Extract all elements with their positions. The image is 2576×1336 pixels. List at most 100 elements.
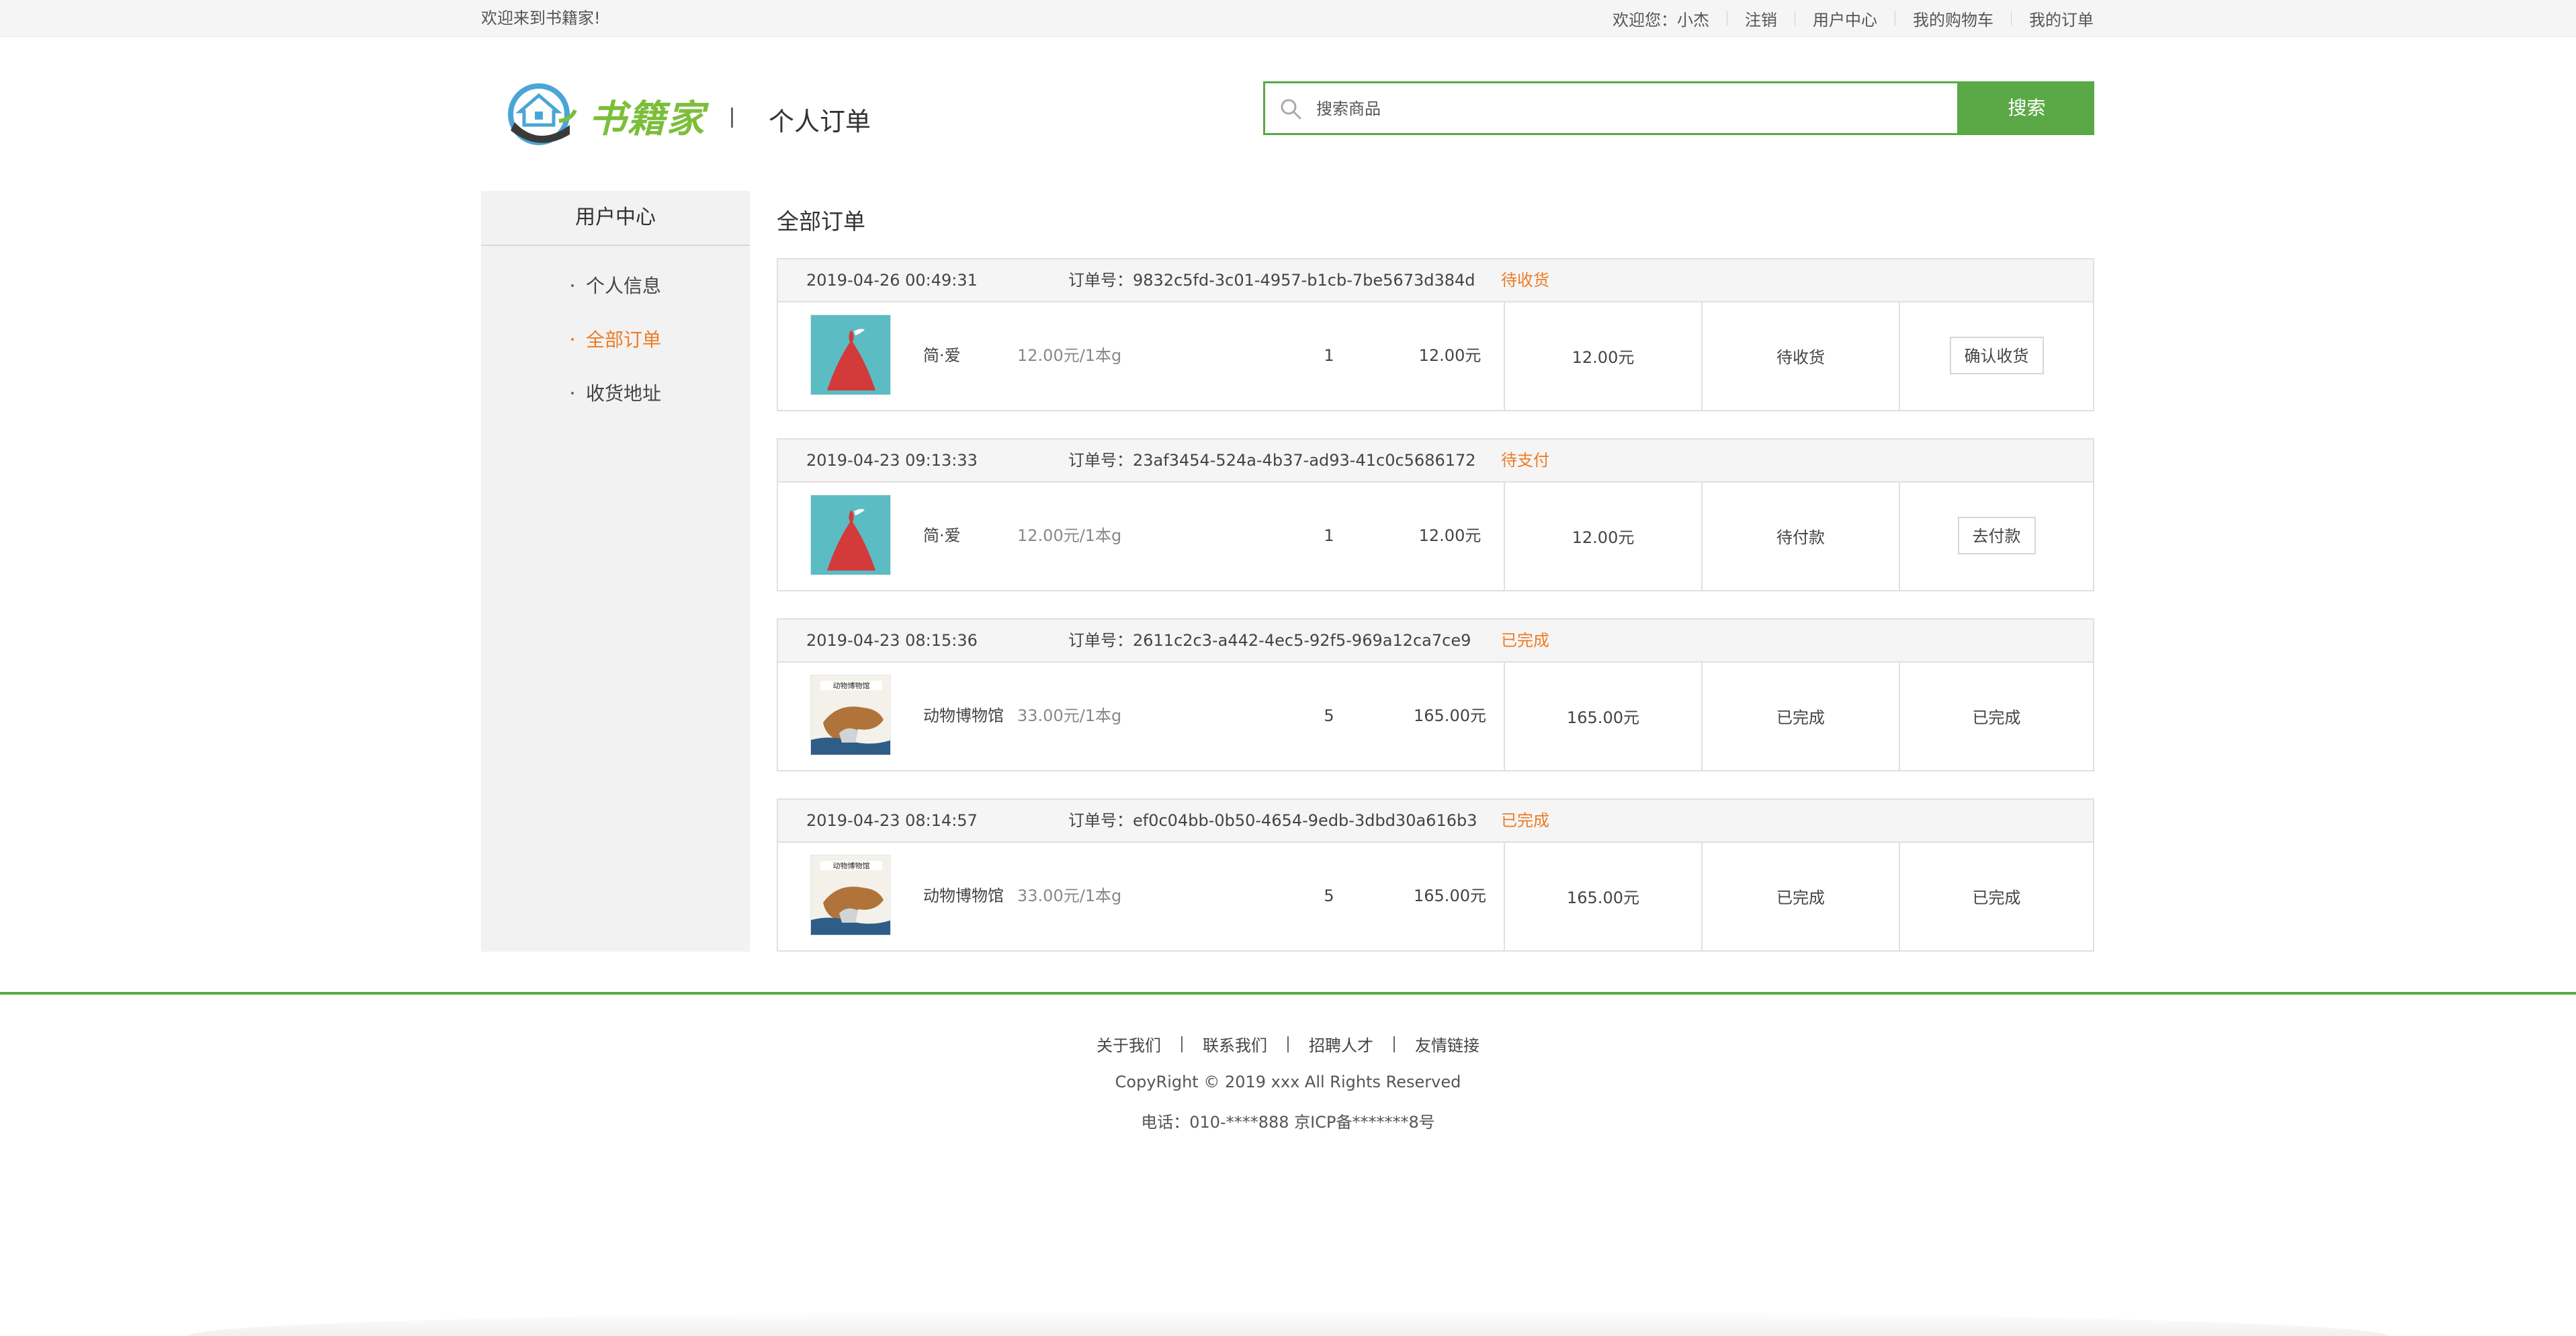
footer-link-about[interactable]: 关于我们 xyxy=(1076,1032,1181,1056)
svg-text:动物博物馆: 动物博物馆 xyxy=(833,681,870,690)
item-quantity: 5 xyxy=(1324,706,1334,725)
order-number-label: 订单号： xyxy=(1068,271,1133,290)
order-number-label: 订单号： xyxy=(1068,631,1133,650)
confirm-receipt-button[interactable]: 确认收货 xyxy=(1949,337,2044,374)
svg-text:动物博物馆: 动物博物馆 xyxy=(833,861,870,870)
book-name[interactable]: 动物博物馆 xyxy=(923,841,1004,950)
my-orders-link[interactable]: 我的订单 xyxy=(2012,7,2094,30)
order-action: 去付款 xyxy=(1900,481,2093,590)
order-total: 165.00元 xyxy=(1505,841,1701,950)
item-quantity: 1 xyxy=(1324,346,1334,365)
order-total-value: 12.00元 xyxy=(1572,528,1635,547)
logo-house-icon[interactable] xyxy=(505,81,578,148)
order-number: 23af3454-524a-4b37-ad93-41c0c5686172 xyxy=(1133,451,1476,470)
logo-text[interactable]: 书籍家 xyxy=(589,89,705,143)
order-total-value: 165.00元 xyxy=(1567,708,1639,727)
order-action: 确认收货 xyxy=(1900,301,2093,410)
order-number-label: 订单号： xyxy=(1068,451,1133,470)
search-button[interactable]: 搜索 xyxy=(1959,81,2094,135)
book-cover-image[interactable]: 动物博物馆 xyxy=(810,855,891,935)
item-quantity: 1 xyxy=(1324,526,1334,545)
book-unit-price: 12.00元/1本g xyxy=(1017,526,1122,545)
order-total-value: 12.00元 xyxy=(1572,347,1635,367)
book-unit-price: 12.00元/1本g xyxy=(1017,346,1122,365)
page-shadow xyxy=(188,1310,2388,1336)
order-state: 已完成 xyxy=(1703,661,1899,770)
page-title: 个人订单 xyxy=(769,107,871,136)
order-action-text: 已完成 xyxy=(1972,708,2021,727)
order-state: 待付款 xyxy=(1703,481,1899,590)
sidebar-item-all-orders[interactable]: 全部订单 xyxy=(481,313,750,367)
bullet-icon xyxy=(571,284,574,287)
sidebar-item-label: 全部订单 xyxy=(586,329,662,351)
order-date: 2019-04-26 00:49:31 xyxy=(806,271,978,290)
order-number: 9832c5fd-3c01-4957-b1cb-7be5673d384d xyxy=(1133,271,1475,290)
book-cover-image[interactable]: 动物博物馆 xyxy=(810,675,891,755)
footer-link-contact[interactable]: 联系我们 xyxy=(1183,1032,1287,1056)
order-status: 待支付 xyxy=(1501,451,1549,470)
footer-link-friends[interactable]: 友情链接 xyxy=(1395,1032,1500,1056)
order-card: 2019-04-23 09:13:33 订单号： 23af3454-524a-4b3… xyxy=(777,438,2094,591)
order-state-value: 已完成 xyxy=(1776,708,1825,727)
order-number: ef0c04bb-0b50-4654-9edb-3dbd30a616b3 xyxy=(1133,811,1477,830)
book-unit-price: 33.00元/1本g xyxy=(1017,886,1122,905)
order-total: 12.00元 xyxy=(1505,301,1701,410)
section-title: 全部订单 xyxy=(777,208,865,235)
order-date: 2019-04-23 09:13:33 xyxy=(806,451,978,470)
order-action-text: 已完成 xyxy=(1972,888,2021,907)
footer-divider xyxy=(0,992,2576,995)
order-number: 2611c2c3-a442-4ec5-92f5-969a12ca7ce9 xyxy=(1133,631,1471,650)
sidebar-title: 用户中心 xyxy=(481,191,750,246)
item-subtotal: 12.00元 xyxy=(1418,346,1482,365)
order-item-row: 简·爱 12.00元/1本g 1 12.00元 12.00元 待收货 确认收货 xyxy=(778,301,2093,410)
order-total: 12.00元 xyxy=(1505,481,1701,590)
footer-link-jobs[interactable]: 招聘人才 xyxy=(1289,1032,1393,1056)
order-state: 已完成 xyxy=(1703,841,1899,950)
item-subtotal: 12.00元 xyxy=(1418,526,1482,545)
bullet-icon xyxy=(571,338,574,341)
order-state-value: 待收货 xyxy=(1776,347,1825,367)
order-number-label: 订单号： xyxy=(1068,811,1133,830)
user-greeting: 欢迎您：小杰 xyxy=(1613,10,1709,30)
order-state-value: 待付款 xyxy=(1776,528,1825,547)
order-status: 已完成 xyxy=(1501,631,1549,650)
order-state: 待收货 xyxy=(1703,301,1899,410)
phone-text: 电话：010-****888 京ICP备*******8号 xyxy=(1141,1113,1435,1132)
book-name[interactable]: 动物博物馆 xyxy=(923,661,1004,770)
search-icon xyxy=(1279,97,1303,121)
sidebar-item-profile[interactable]: 个人信息 xyxy=(481,259,750,313)
order-card: 2019-04-23 08:15:36 订单号： 2611c2c3-a442-4ec… xyxy=(777,618,2094,771)
top-links: 欢迎您：小杰 注销 用户中心 我的购物车 我的订单 xyxy=(1595,0,2094,36)
book-name[interactable]: 简·爱 xyxy=(923,481,961,590)
order-total: 165.00元 xyxy=(1505,661,1701,770)
user-center-link[interactable]: 用户中心 xyxy=(1795,7,1895,30)
order-date: 2019-04-23 08:15:36 xyxy=(806,631,978,650)
book-cover-image[interactable] xyxy=(810,495,891,575)
order-header: 2019-04-23 09:13:33 订单号： 23af3454-524a-4b3… xyxy=(778,440,2093,483)
order-header: 2019-04-23 08:15:36 订单号： 2611c2c3-a442-4ec… xyxy=(778,620,2093,663)
sidebar-item-address[interactable]: 收货地址 xyxy=(481,367,750,421)
book-cover-image[interactable] xyxy=(810,315,891,395)
search-box xyxy=(1263,81,1959,135)
welcome-text: 欢迎来到书籍家! xyxy=(481,9,601,28)
logout-link[interactable]: 注销 xyxy=(1727,7,1795,30)
order-action: 已完成 xyxy=(1900,841,2093,950)
bullet-icon xyxy=(571,392,574,394)
sidebar-item-label: 个人信息 xyxy=(586,275,662,297)
item-quantity: 5 xyxy=(1324,886,1334,905)
order-state-value: 已完成 xyxy=(1776,888,1825,907)
item-subtotal: 165.00元 xyxy=(1414,886,1486,905)
sidebar-item-label: 收货地址 xyxy=(586,382,662,405)
sidebar: 用户中心 个人信息 全部订单 收货地址 xyxy=(481,191,750,952)
copyright-text: CopyRight © 2019 xxx All Rights Reserved xyxy=(1115,1073,1461,1091)
order-status: 待收货 xyxy=(1501,271,1549,290)
top-bar: 欢迎来到书籍家! 欢迎您：小杰 注销 用户中心 我的购物车 我的订单 xyxy=(0,0,2576,37)
footer-links: 关于我们 联系我们 招聘人才 友情链接 xyxy=(0,1032,2576,1056)
search-input[interactable] xyxy=(1315,83,1949,134)
header-divider xyxy=(731,108,733,128)
cart-link[interactable]: 我的购物车 xyxy=(1895,7,2011,30)
book-name[interactable]: 简·爱 xyxy=(923,301,961,410)
pay-button[interactable]: 去付款 xyxy=(1957,517,2036,554)
item-subtotal: 165.00元 xyxy=(1414,706,1486,725)
order-header: 2019-04-26 00:49:31 订单号： 9832c5fd-3c01-495… xyxy=(778,259,2093,302)
